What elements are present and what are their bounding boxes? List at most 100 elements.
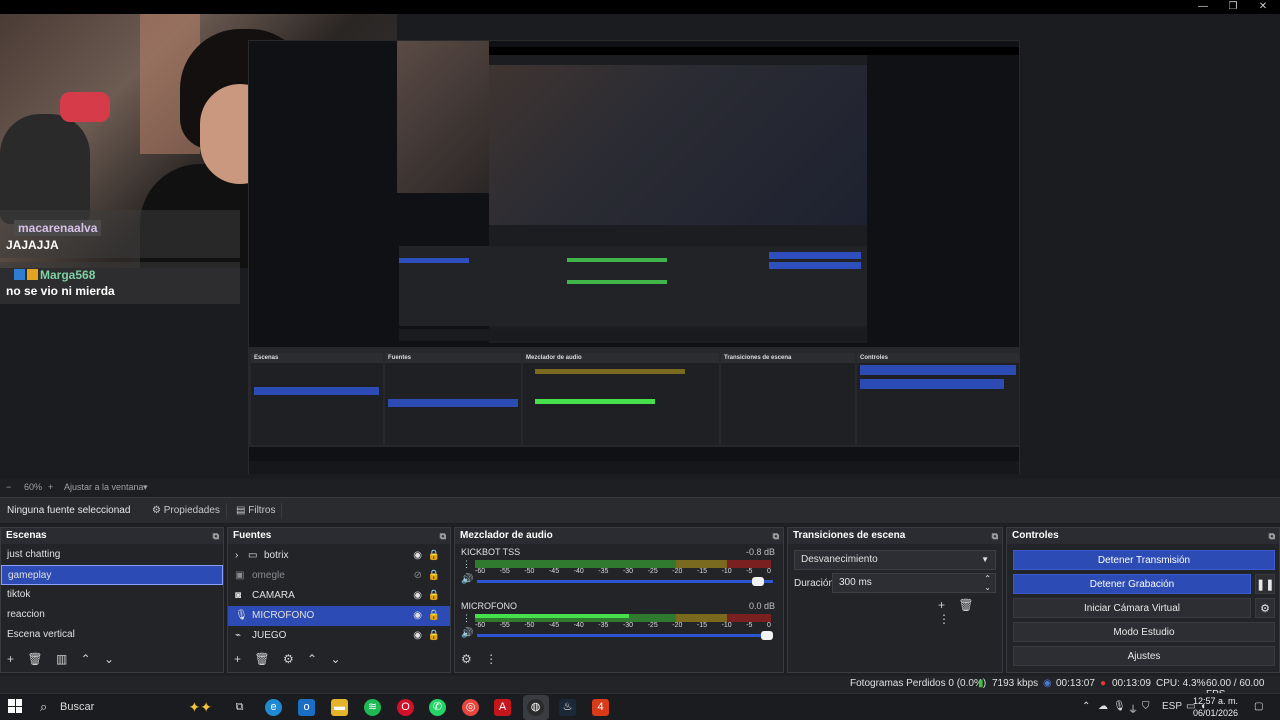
settings-button[interactable]: Ajustes [1013, 646, 1275, 666]
notification-icon[interactable]: ▢ [1254, 701, 1263, 712]
trash-icon[interactable]: 🗑 [958, 598, 973, 612]
popout-icon[interactable]: ⧉ [213, 528, 219, 544]
chevron-up-icon[interactable]: ⌃ [1082, 701, 1090, 712]
copilot-icon: ✦✦ [188, 699, 212, 715]
chevron-down-icon[interactable]: ▾ [143, 482, 148, 493]
clock[interactable]: 12:57 a. m. 06/01/2026 [1193, 695, 1238, 719]
volume-knob[interactable] [752, 577, 765, 586]
trash-icon[interactable]: 🗑 [254, 652, 269, 666]
more-icon[interactable]: ⋮ [485, 652, 497, 666]
tick-label: -45 [548, 568, 560, 575]
volume-knob[interactable] [761, 631, 774, 640]
add-scene-icon[interactable]: + [7, 652, 14, 666]
scene-item[interactable]: gameplay [1, 565, 223, 585]
fit-window-label[interactable]: Ajustar a la ventana [64, 482, 144, 492]
chrome-icon[interactable]: ◎ [462, 699, 479, 716]
edge-icon[interactable]: e [265, 699, 282, 716]
source-label: botrix [264, 550, 289, 561]
scene-item[interactable]: just chatting [1, 545, 223, 565]
popout-icon[interactable]: ⧉ [440, 528, 446, 544]
source-item[interactable]: 🎙 MICROFONO ◉ 🔒 [228, 606, 450, 626]
speaker-icon[interactable]: 🔊 [461, 574, 473, 585]
image-icon: ▣ [235, 570, 245, 581]
filters-button[interactable]: ▤ Filtros [230, 503, 283, 519]
eye-icon[interactable]: ◉ [413, 626, 422, 646]
scene-item[interactable]: tiktok [1, 585, 223, 605]
lock-icon[interactable]: 🔒 [428, 586, 440, 606]
mic-icon: 🎙 [235, 610, 248, 621]
preview-canvas[interactable]: macarenaalva JAJAJJA Marga568 no se vio … [0, 14, 1280, 479]
eye-icon[interactable]: ◉ [413, 586, 422, 606]
source-item[interactable]: ▣ omegle ⊘ 🔒 [228, 566, 450, 586]
channel-name: MICROFONO [461, 601, 517, 611]
popout-icon[interactable]: ⧉ [992, 528, 998, 544]
tick-label: 0 [766, 568, 771, 575]
add-transition-icon[interactable]: + [938, 598, 945, 612]
minimize-button[interactable]: — [1188, 0, 1218, 14]
eye-icon[interactable]: ◉ [413, 606, 422, 626]
whatsapp-icon[interactable]: ✆ [429, 699, 446, 716]
chevron-up-icon[interactable]: ⌃ [81, 652, 91, 666]
duration-input[interactable]: 300 ms ⌃ ⌄ [832, 573, 996, 593]
mixer-channel: KICKBOT TSS -0.8 dB ⋮ -60 -55 -50 -45 -40 -35 -30… [455, 547, 783, 601]
more-icon[interactable]: ⋮ [462, 559, 471, 570]
volume-slider[interactable] [477, 580, 773, 583]
lock-icon[interactable]: 🔒 [428, 626, 440, 646]
acrobat-icon[interactable]: A [494, 699, 511, 716]
lock-icon[interactable]: 🔒 [428, 546, 440, 566]
stop-recording-button[interactable]: Detener Grabación [1013, 574, 1251, 594]
volume-slider[interactable] [477, 634, 773, 637]
add-source-icon[interactable]: + [234, 652, 241, 666]
cloud-icon[interactable]: ☁ [1098, 701, 1108, 712]
trash-icon[interactable]: 🗑 [27, 652, 42, 666]
gear-icon[interactable]: ⚙ [283, 652, 294, 666]
mic-icon[interactable]: 🎙 [1113, 701, 1126, 712]
scene-item[interactable]: Escena vertical [1, 625, 223, 645]
chevron-right-icon[interactable]: › [235, 546, 238, 566]
speaker-icon[interactable]: 🔊 [461, 628, 473, 639]
zoom-in-button[interactable]: + [48, 482, 53, 492]
lock-icon[interactable]: 🔒 [428, 566, 440, 586]
shield-icon[interactable]: ⛉ [1142, 701, 1150, 712]
opera-icon[interactable]: O [397, 699, 414, 716]
more-icon[interactable]: ⋮ [938, 612, 950, 626]
virtual-camera-button[interactable]: Iniciar Cámara Virtual [1013, 598, 1251, 618]
windows-start-icon[interactable] [8, 699, 22, 713]
zoom-out-button[interactable]: − [6, 482, 11, 492]
eye-hidden-icon[interactable]: ⊘ [414, 566, 422, 586]
popout-icon[interactable]: ⧉ [1269, 528, 1275, 544]
source-item[interactable]: ⌁ JUEGO ◉ 🔒 [228, 626, 450, 646]
gear-icon[interactable]: ⚙ [1255, 598, 1275, 618]
chevron-up-icon[interactable]: ⌃ [307, 652, 317, 666]
task-view-icon[interactable]: ⧉ [231, 699, 248, 716]
usb-icon[interactable]: ⏚ [1128, 701, 1138, 716]
source-item[interactable]: › ▭ botrix ◉ 🔒 [228, 546, 450, 566]
properties-button[interactable]: ⚙ Propiedades [146, 503, 227, 519]
filter-icon[interactable]: ▥ [56, 652, 67, 666]
stepper-icon[interactable]: ⌃ ⌄ [984, 574, 991, 592]
gear-icon[interactable]: ⚙ [461, 652, 472, 666]
pause-icon[interactable]: ❚❚ [1255, 574, 1275, 594]
app-icon[interactable]: 4 [592, 699, 609, 716]
transition-select[interactable]: Desvanecimiento ▼ [794, 550, 996, 570]
studio-mode-button[interactable]: Modo Estudio [1013, 622, 1275, 642]
more-icon[interactable]: ⋮ [462, 613, 471, 624]
chevron-down-icon[interactable]: ⌄ [104, 652, 114, 666]
obs-icon[interactable]: ◍ [527, 699, 544, 716]
close-button[interactable]: ✕ [1248, 0, 1278, 14]
steam-icon[interactable]: ♨ [559, 699, 576, 716]
folder-icon[interactable]: ▬ [331, 699, 348, 716]
spotify-icon[interactable]: ≋ [364, 699, 381, 716]
taskbar-search[interactable]: ⌕ Buscar ✦✦ [36, 696, 212, 718]
eye-icon[interactable]: ◉ [413, 546, 422, 566]
popout-icon[interactable]: ⧉ [773, 528, 779, 544]
scene-item[interactable]: reaccion [1, 605, 223, 625]
stop-stream-button[interactable]: Detener Transmisión [1013, 550, 1275, 570]
maximize-button[interactable]: ❐ [1218, 0, 1248, 14]
lock-icon[interactable]: 🔒 [428, 606, 440, 626]
source-item[interactable]: ◙ CAMARA ◉ 🔒 [228, 586, 450, 606]
chevron-down-icon[interactable]: ⌄ [330, 652, 340, 666]
outlook-icon[interactable]: o [298, 699, 315, 716]
language-label[interactable]: ESP [1162, 701, 1182, 712]
scenes-dock: Escenas ⧉ just chatting gameplay tiktok r… [0, 527, 224, 673]
